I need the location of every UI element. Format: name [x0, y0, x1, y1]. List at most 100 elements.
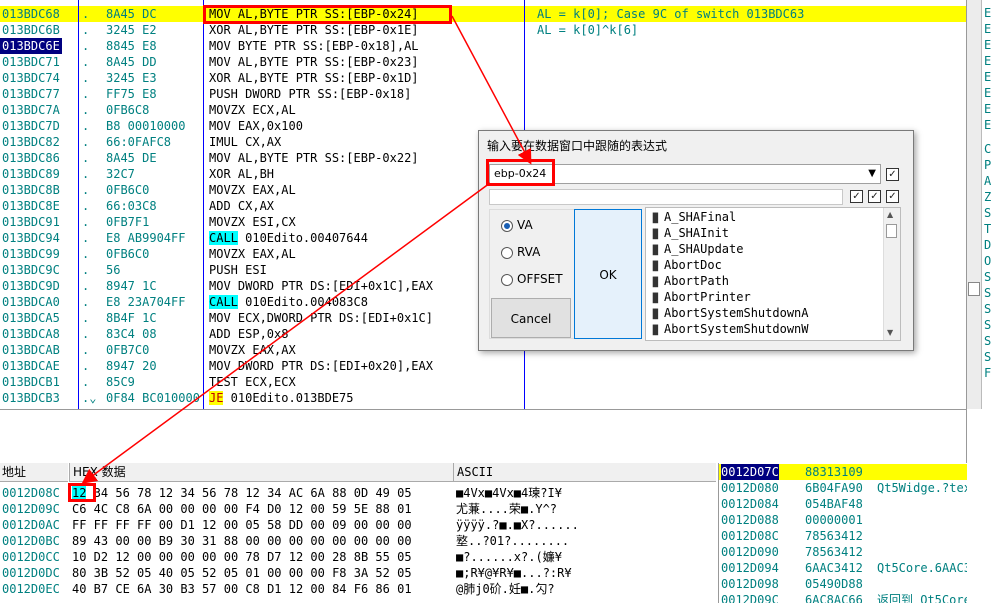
dump-hex-bytes: 89 43 00 00 B9 30 31 88 00 00 00 00 00 0… — [72, 533, 412, 549]
radio-rva-label[interactable]: RVA — [517, 245, 540, 259]
highlight-box-dump-byte — [68, 483, 96, 502]
disasm-address: 013BDC9C — [2, 263, 60, 277]
stack-row[interactable]: 0012D08C 78563412 — [719, 528, 967, 544]
disasm-hex: 0FB6C0 — [106, 183, 150, 197]
disasm-address: 013BDCA0 — [2, 295, 60, 309]
stack-row[interactable]: 0012D090 78563412 — [719, 544, 967, 560]
register-label: C — [984, 142, 992, 156]
jump-marker: . — [82, 7, 90, 21]
dump-ascii: ■4Vx■4Vx■4瑓?I¥ — [456, 486, 562, 500]
expression-preview-field — [489, 189, 843, 205]
disasm-instruction: MOVZX EAX,AL — [209, 247, 296, 261]
scrollbar-thumb[interactable] — [968, 282, 980, 296]
jump-marker: .⌄ — [82, 391, 97, 405]
jump-marker: . — [82, 55, 90, 69]
disasm-comment: AL = k[0]^k[6] — [537, 23, 639, 37]
disasm-instruction: MOVZX ESI,CX — [209, 215, 296, 229]
instruction-operand: 010Edito.00407644 — [237, 231, 368, 245]
stack-value: 00000001 — [805, 513, 863, 527]
function-icon: ▐▌ — [650, 326, 661, 336]
stack-row[interactable]: 0012D094 6AAC3412 Qt5Core.6AAC341 — [719, 560, 967, 576]
radio-offset-label[interactable]: OFFSET — [517, 272, 563, 286]
disasm-row[interactable]: 013BDC71. 8A45 DD MOV AL,BYTE PTR SS:[EBP-… — [0, 54, 966, 70]
disasm-comment: AL = k[0]; Case 9C of switch 013BDC63 — [537, 7, 805, 21]
stack-row[interactable]: 0012D084 054BAF48 — [719, 496, 967, 512]
scrollbar-thumb[interactable] — [886, 224, 897, 238]
jump-marker: . — [82, 327, 90, 341]
ok-button[interactable]: OK — [574, 209, 642, 339]
symbol-name: AbortSystemShutdownA — [664, 306, 809, 320]
symbol-list-item[interactable]: ▐▌ AbortDoc — [650, 257, 722, 273]
cancel-button[interactable]: Cancel — [491, 298, 571, 338]
disasm-scrollbar[interactable] — [967, 0, 982, 409]
disasm-row[interactable]: 013BDC6B. 3245 E2 XOR AL,BYTE PTR SS:[EBP-… — [0, 22, 966, 38]
symbol-list-item[interactable]: ▐▌ AbortSystemShutdownA — [650, 305, 809, 321]
symbol-list-item[interactable]: ▐▌ AbortPath — [650, 273, 729, 289]
disasm-address: 013BDC82 — [2, 135, 60, 149]
scroll-up-icon[interactable]: ▲ — [887, 210, 893, 219]
option-checkbox-1[interactable]: ✓ — [886, 168, 899, 181]
disasm-row[interactable]: 013BDC77. FF75 E8 PUSH DWORD PTR SS:[EBP-0… — [0, 86, 966, 102]
radio-offset[interactable] — [501, 274, 513, 286]
option-checkbox-3[interactable]: ✓ — [868, 190, 881, 203]
disasm-instruction: MOVZX ECX,AL — [209, 103, 296, 117]
disasm-address: 013BDC89 — [2, 167, 60, 181]
disasm-hex: 66:03C8 — [106, 199, 157, 213]
instruction-operand: 010Edito.004083C8 — [237, 295, 368, 309]
highlight-box-expression — [486, 159, 555, 186]
stack-row[interactable]: 0012D07C 88313109 — [719, 464, 967, 480]
disasm-row[interactable]: 013BDCB1. 85C9 TEST ECX,ECX — [0, 374, 966, 390]
disasm-address: 013BDC71 — [2, 55, 60, 69]
disasm-hex: 8947 1C — [106, 279, 157, 293]
disasm-instruction: MOV ECX,DWORD PTR DS:[EDI+0x1C] — [209, 311, 433, 325]
stack-value: 054BAF48 — [805, 497, 863, 511]
symbol-list-item[interactable]: ▐▌ A_SHAFinal — [650, 209, 736, 225]
dump-header-address[interactable]: 地址 — [0, 463, 68, 482]
dump-hex-values: 89 43 00 00 B9 30 31 88 00 00 00 00 00 0… — [72, 534, 412, 548]
dump-hex-values: 10 D2 12 00 00 00 00 00 78 D7 12 00 28 8… — [72, 550, 412, 564]
scroll-down-icon[interactable]: ▼ — [887, 328, 893, 337]
disasm-row[interactable]: 013BDCB3 .⌄ 0F84 BC010000 JE 010Edito.013BD… — [0, 390, 966, 406]
dump-header-ascii[interactable]: ASCII — [453, 463, 716, 482]
disasm-hex: 85C9 — [106, 375, 135, 389]
disasm-row[interactable]: 013BDCAE. 8947 20 MOV DWORD PTR DS:[EDI+0x… — [0, 358, 966, 374]
chevron-down-icon[interactable]: ▼ — [868, 168, 876, 179]
disasm-address: 013BDC86 — [2, 151, 60, 165]
symbol-list-item[interactable]: ▐▌ A_SHAUpdate — [650, 241, 743, 257]
stack-pane[interactable]: 0012D07C 88313109 0012D080 6B04FA90 Qt5Widge… — [718, 463, 967, 603]
symbol-list-item[interactable]: ▐▌ A_SHAInit — [650, 225, 729, 241]
stack-row[interactable]: 0012D098 05490D88 — [719, 576, 967, 592]
stack-value: 6B04FA90 — [805, 481, 863, 495]
radio-va[interactable] — [501, 220, 513, 232]
disasm-hex: 0FB6C0 — [106, 247, 150, 261]
option-checkbox-2[interactable]: ✓ — [850, 190, 863, 203]
register-pane[interactable]: EEEEEEEECPAZSTDOSSSSSSF — [966, 0, 994, 603]
symbol-list-scrollbar[interactable]: ▲ ▼ — [883, 208, 900, 340]
option-checkbox-4[interactable]: ✓ — [886, 190, 899, 203]
dump-ascii: ■?......x?.(嬚¥ — [456, 550, 562, 564]
symbol-list[interactable]: ▐▌ A_SHAFinal ▐▌ A_SHAInit ▐▌ A_SHAUpdate ▐▌ Ab… — [645, 207, 901, 341]
disasm-instruction: MOV DWORD PTR DS:[EDI+0x1C],EAX — [209, 279, 433, 293]
disasm-row[interactable]: 013BDC74. 3245 E3 XOR AL,BYTE PTR SS:[EBP-… — [0, 70, 966, 86]
dump-ascii: @肺j0砎.妊■.勽? — [456, 582, 555, 596]
radio-rva[interactable] — [501, 247, 513, 259]
disasm-instruction: MOV AL,BYTE PTR SS:[EBP-0x22] — [209, 151, 419, 165]
radio-va-label[interactable]: VA — [517, 218, 533, 232]
stack-row[interactable]: 0012D09C 6AC8AC66 返回到 Qt5Core — [719, 592, 967, 603]
symbol-list-item[interactable]: ▐▌ AbortPrinter — [650, 289, 751, 305]
disasm-row[interactable]: 013BDC7A. 0FB6C8 MOVZX ECX,AL — [0, 102, 966, 118]
symbol-list-item[interactable]: ▐▌ AbortSystemShutdownW — [650, 321, 809, 337]
disasm-address: 013BDC99 — [2, 247, 60, 261]
dump-hex-values: C6 4C C8 6A 00 00 00 00 F4 D0 12 00 59 5… — [72, 502, 412, 516]
stack-row[interactable]: 0012D088 00000001 — [719, 512, 967, 528]
dump-address: 0012D0DC — [2, 566, 60, 580]
disasm-row[interactable]: 013BDC68. 8A45 DC MOV AL,BYTE PTR SS:[EBP-… — [0, 6, 966, 22]
disasm-row[interactable]: 013BDC6E. 8845 E8 MOV BYTE PTR SS:[EBP-0x1… — [0, 38, 966, 54]
memory-dump-pane[interactable]: 地址 HEX 数据 ASCII 0012D08C 12 34 56 78 12 3… — [0, 463, 716, 603]
dump-header-hex[interactable]: HEX 数据 — [69, 463, 453, 482]
stack-row[interactable]: 0012D080 6B04FA90 Qt5Widge.?text@ — [719, 480, 967, 496]
column-divider — [203, 0, 204, 409]
disasm-address: 013BDC7D — [2, 119, 60, 133]
dump-hex-bytes: FF FF FF FF 00 D1 12 00 05 58 DD 00 09 0… — [72, 517, 412, 533]
dialog-title: 输入要在数据窗口中跟随的表达式 — [487, 139, 668, 153]
